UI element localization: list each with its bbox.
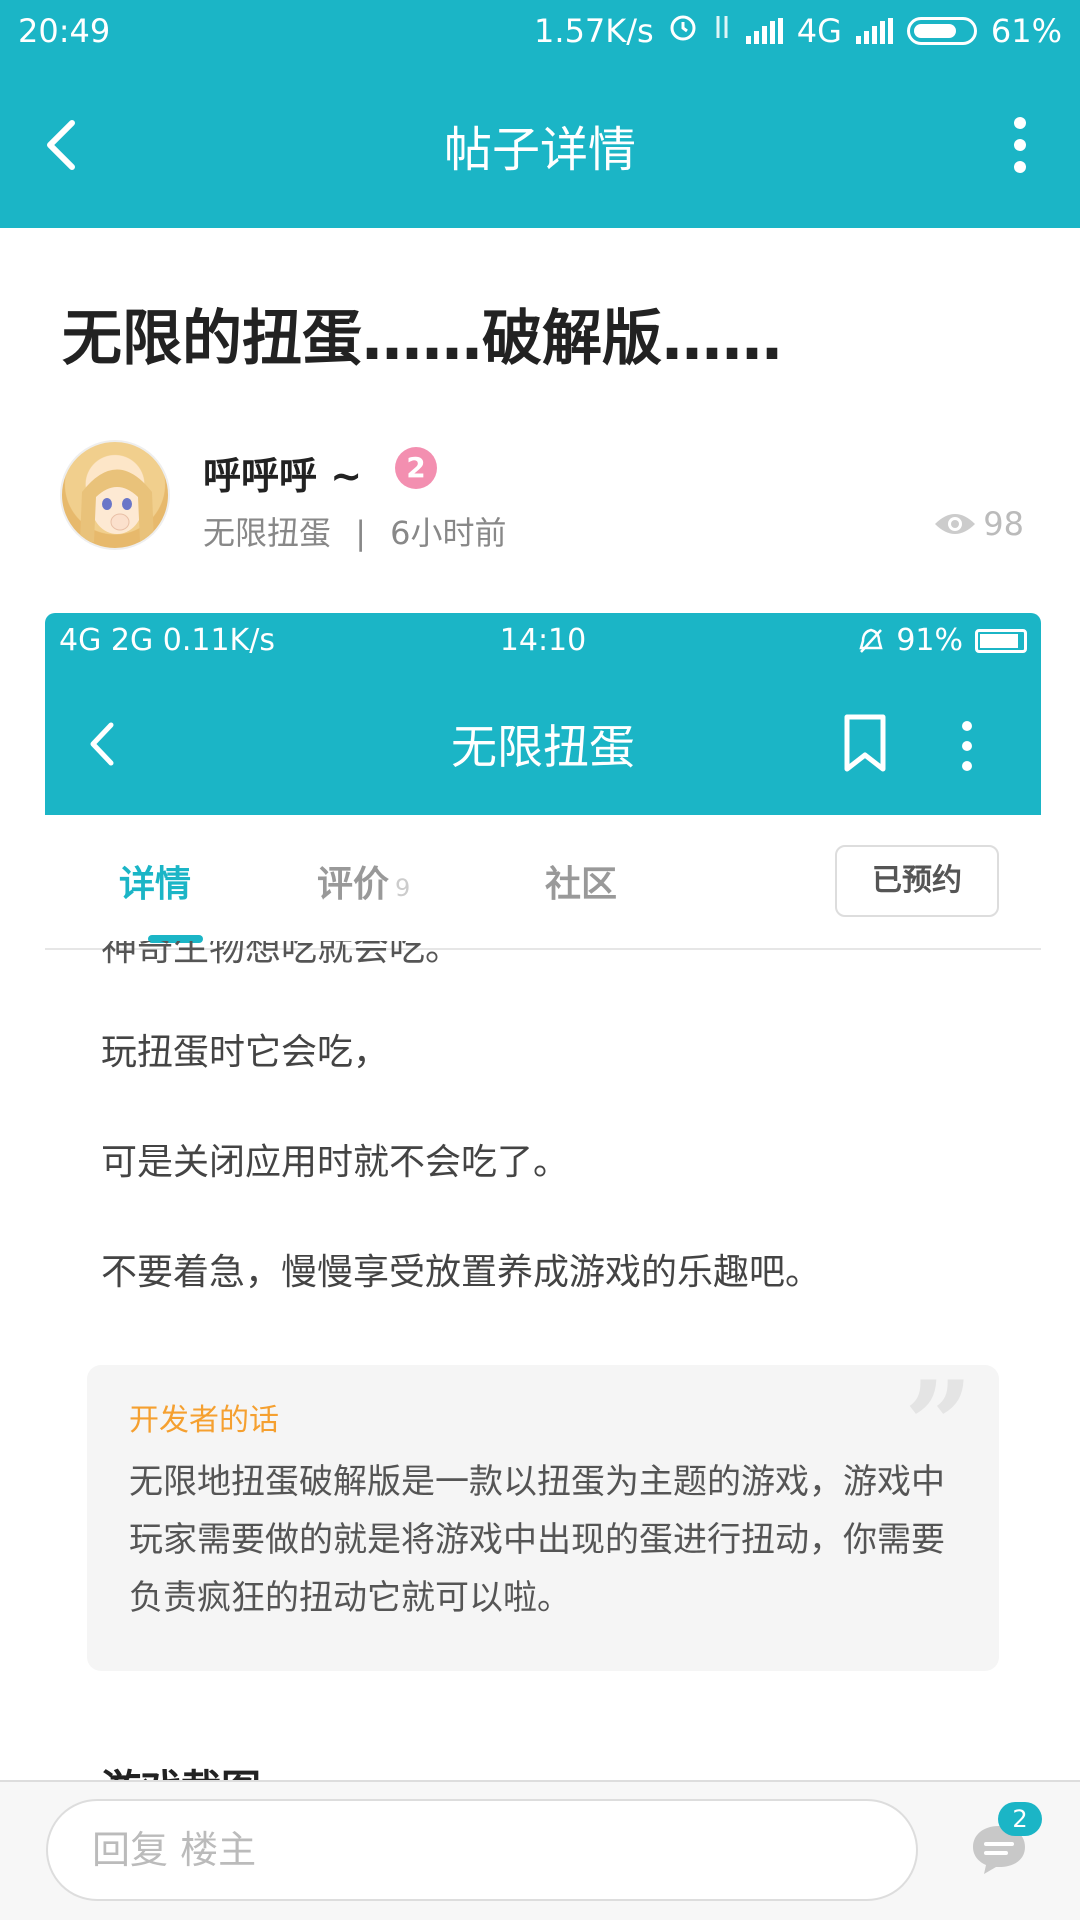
avatar-image-icon [80, 469, 154, 542]
more-dot-icon [962, 761, 972, 771]
more-dot-icon [962, 741, 972, 751]
tab-reviews-count: 9 [395, 874, 411, 902]
post-meta: 无限扭蛋 | 6小时前 [203, 508, 507, 554]
body-paragraph: 可是关闭应用时就不会吃了。 [101, 1142, 570, 1183]
eye-icon [935, 514, 976, 534]
reply-bar: 回复 楼主 2 [0, 1780, 1080, 1920]
author-name[interactable]: 呼呼呼 ~ [203, 445, 362, 500]
developer-note: ” 开发者的话 无限地扭蛋破解版是一款以扭蛋为主题的游戏，游戏中玩家需要做的就是… [87, 1355, 999, 1671]
page-title: 帖子详情 [443, 122, 636, 178]
tab-reviews-label: 评价 [317, 864, 390, 905]
reply-input[interactable]: 回复 楼主 [46, 1799, 918, 1901]
bookmark-icon [844, 714, 886, 772]
more-options-button[interactable] [1010, 117, 1030, 173]
body-paragraph: 玩扭蛋时它会吃， [101, 1032, 390, 1073]
tab-details[interactable]: 详情 [119, 855, 191, 907]
network-type: 4G [796, 12, 842, 50]
body-paragraph: 不要着急，慢慢享受放置养成游戏的乐趣吧。 [101, 1252, 822, 1293]
status-time: 20:49 [18, 12, 111, 50]
comment-count-badge: 2 [998, 1802, 1042, 1836]
developer-note-label: 开发者的话 [129, 1403, 279, 1438]
developer-note-text: 无限地扭蛋破解版是一款以扭蛋为主题的游戏，游戏中玩家需要做的就是将游戏中出现的蛋… [129, 1462, 945, 1618]
embedded-more-button[interactable] [959, 721, 975, 771]
embedded-screenshot[interactable]: 4G 2G 0.11K/s 14:10 91% 无限扭蛋 详情 评价 9 社区 已… [45, 613, 1041, 1783]
tab-community[interactable]: 社区 [545, 855, 617, 907]
signal-icon-2 [855, 18, 893, 44]
app-header: 帖子详情 [0, 62, 1080, 228]
embedded-tabs: 详情 评价 9 社区 已预约 [45, 815, 1041, 950]
signal-icon [745, 18, 783, 44]
network-speed: 1.57K/s [534, 12, 654, 50]
level-badge: 2 [395, 447, 437, 489]
more-dot-icon [1014, 117, 1026, 129]
embedded-battery-level: 91% [896, 623, 963, 658]
author-avatar[interactable] [60, 440, 170, 550]
post-title: 无限的扭蛋……破解版…… [62, 304, 782, 374]
battery-level: 61% [990, 12, 1062, 50]
forum-name[interactable]: 无限扭蛋 [203, 514, 331, 552]
status-right: 1.57K/s 4G 61% [534, 12, 1062, 50]
embedded-header: 无限扭蛋 [45, 669, 1041, 815]
more-dot-icon [1014, 161, 1026, 173]
data-transfer-icon [712, 12, 732, 50]
view-count-value: 98 [983, 505, 1024, 543]
embedded-battery-icon [975, 628, 1027, 653]
tab-details-label: 详情 [119, 864, 192, 905]
tab-community-label: 社区 [545, 864, 618, 905]
more-dot-icon [1014, 139, 1026, 151]
alarm-icon [668, 12, 698, 50]
bookmark-button[interactable] [841, 713, 889, 773]
bell-muted-icon [859, 628, 883, 653]
embedded-status-right: 91% [858, 623, 1027, 658]
reserved-button[interactable]: 已预约 [835, 845, 999, 917]
battery-icon [906, 17, 977, 45]
tab-reviews[interactable]: 评价 9 [317, 855, 410, 907]
view-count: 98 [933, 505, 1024, 543]
embedded-status-bar: 4G 2G 0.11K/s 14:10 91% [45, 613, 1041, 669]
post-time: 6小时前 [390, 514, 507, 552]
status-bar: 20:49 1.57K/s 4G 61% [0, 0, 1080, 62]
embedded-title: 无限扭蛋 [451, 720, 635, 774]
meta-separator: | [355, 514, 366, 552]
more-dot-icon [962, 721, 972, 731]
